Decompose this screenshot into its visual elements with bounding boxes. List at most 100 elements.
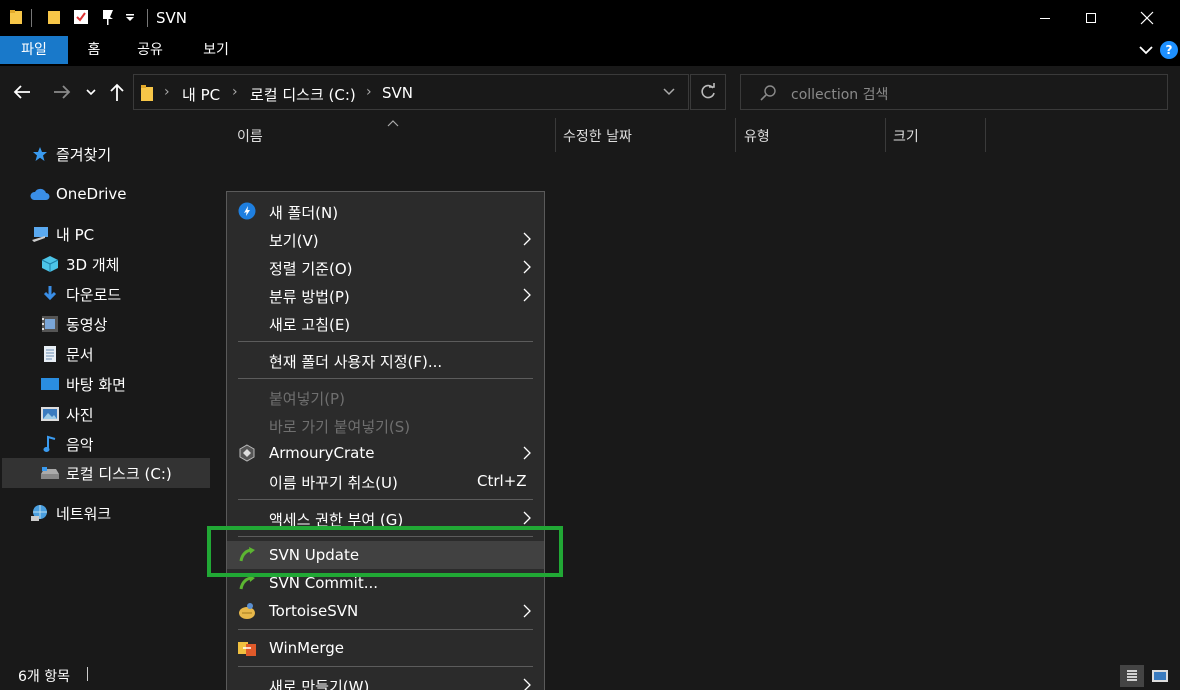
tab-home[interactable]: 홈	[80, 36, 108, 64]
sidebar-item-desktop[interactable]: 바탕 화면	[40, 371, 126, 397]
menu-separator	[238, 499, 533, 500]
cloud-icon	[30, 184, 50, 204]
menu-separator	[238, 666, 533, 667]
sidebar-item-quick-access[interactable]: 즐겨찾기	[30, 141, 111, 167]
menu-item-sort-by[interactable]: 정렬 기준(O)	[227, 253, 544, 281]
sidebar-item-documents[interactable]: 문서	[40, 341, 94, 367]
breadcrumb-svn[interactable]: SVN	[382, 84, 413, 102]
menu-item-label: ArmouryCrate	[269, 444, 375, 462]
minimize-button[interactable]	[1022, 0, 1068, 36]
menu-separator	[238, 341, 533, 342]
menu-separator	[238, 378, 533, 379]
column-header-date-modified[interactable]: 수정한 날짜	[563, 126, 632, 146]
address-dropdown-icon[interactable]	[662, 86, 676, 102]
menu-item-refresh[interactable]: 새로 고침(E)	[227, 309, 544, 337]
details-view-button[interactable]	[1120, 665, 1144, 687]
menu-item-label: 보기(V)	[269, 232, 319, 250]
divider	[31, 9, 32, 27]
menu-item-winmerge[interactable]: WinMerge	[227, 634, 544, 662]
recent-locations-icon[interactable]	[80, 80, 102, 104]
search-box[interactable]: collection 검색	[740, 74, 1168, 110]
cube-icon	[40, 254, 60, 274]
sidebar-item-network[interactable]: 네트워크	[30, 500, 111, 526]
new-folder-icon[interactable]	[46, 8, 62, 26]
menu-item-label: WinMerge	[269, 639, 344, 657]
menu-item-label: 이름 바꾸기 취소(U)	[269, 474, 398, 492]
menu-item-customize-folder[interactable]: 현재 폴더 사용자 지정(F)...	[227, 346, 544, 374]
window-title: SVN	[156, 9, 188, 27]
picture-icon	[40, 404, 60, 424]
menu-item-shortcut: Ctrl+Z	[477, 472, 527, 490]
menu-item-label: 현재 폴더 사용자 지정(F)...	[269, 353, 443, 371]
menu-item-label: 분류 방법(P)	[269, 288, 350, 306]
column-header-type[interactable]: 유형	[744, 126, 770, 146]
sidebar-item-local-disk[interactable]: 로컬 디스크 (C:)	[2, 458, 210, 488]
sidebar-item-label: 내 PC	[56, 225, 95, 244]
sidebar-item-label: 네트워크	[56, 504, 112, 523]
navigation-pane: 즐겨찾기 OneDrive 내 PC 3D 개체 다운로드 동영상 문서 바탕 …	[0, 118, 213, 660]
properties-icon[interactable]	[73, 8, 89, 26]
maximize-button[interactable]	[1068, 0, 1114, 36]
breadcrumb-local-disk[interactable]: 로컬 디스크 (C:)	[250, 84, 356, 105]
customize-dropdown-icon[interactable]	[122, 8, 138, 26]
divider	[87, 667, 88, 681]
column-divider[interactable]	[555, 118, 556, 152]
menu-item-paste: 붙여넣기(P)	[227, 383, 544, 411]
sidebar-item-this-pc[interactable]: 내 PC	[30, 221, 94, 247]
tab-share[interactable]: 공유	[130, 36, 170, 64]
column-divider[interactable]	[885, 118, 886, 152]
expand-ribbon-icon[interactable]	[1138, 42, 1154, 62]
menu-item-new-folder[interactable]: 새 폴더(N)	[227, 197, 544, 225]
column-header-size[interactable]: 크기	[893, 126, 919, 146]
menu-item-new[interactable]: 새로 만들기(W)	[227, 671, 544, 690]
sidebar-item-label: 동영상	[66, 315, 108, 334]
title-bar: SVN	[0, 0, 1180, 36]
large-icons-view-icon	[1152, 670, 1168, 682]
sidebar-item-onedrive[interactable]: OneDrive	[30, 181, 127, 207]
sidebar-item-videos[interactable]: 동영상	[40, 311, 107, 337]
menu-item-undo-rename[interactable]: 이름 바꾸기 취소(U) Ctrl+Z	[227, 467, 544, 495]
menu-item-tortoisesvn[interactable]: TortoiseSVN	[227, 597, 544, 625]
sidebar-item-downloads[interactable]: 다운로드	[40, 281, 121, 307]
document-icon	[40, 344, 60, 364]
address-bar[interactable]: › 내 PC › 로컬 디스크 (C:) › SVN	[133, 74, 689, 110]
network-icon	[30, 503, 50, 523]
chevron-right-icon	[522, 604, 532, 622]
breadcrumb-this-pc[interactable]: 내 PC	[182, 84, 220, 105]
refresh-button[interactable]	[690, 74, 726, 110]
sidebar-item-label: 다운로드	[66, 285, 122, 304]
tab-file[interactable]: 파일	[0, 36, 68, 64]
sort-ascending-icon	[387, 116, 399, 132]
chevron-right-icon	[522, 232, 532, 250]
up-arrow-icon[interactable]	[105, 80, 129, 104]
menu-item-label: 새로 고침(E)	[269, 316, 351, 334]
tab-view[interactable]: 보기	[194, 36, 238, 64]
pin-icon[interactable]	[100, 8, 116, 26]
item-count: 6개 항목	[18, 669, 70, 685]
sidebar-item-3d-objects[interactable]: 3D 개체	[40, 251, 119, 277]
sidebar-item-music[interactable]: 음악	[40, 431, 94, 457]
help-icon[interactable]: ?	[1160, 41, 1178, 59]
menu-item-label: 새 폴더(N)	[269, 204, 339, 222]
column-divider[interactable]	[985, 118, 986, 152]
menu-item-armourycrate[interactable]: ArmouryCrate	[227, 439, 544, 467]
folder-icon	[140, 84, 154, 106]
forward-arrow-icon[interactable]	[50, 80, 74, 104]
menu-item-group-by[interactable]: 분류 방법(P)	[227, 281, 544, 309]
menu-separator	[238, 629, 533, 630]
column-header-name[interactable]: 이름	[237, 126, 263, 146]
sidebar-item-pictures[interactable]: 사진	[40, 401, 94, 427]
folder-icon[interactable]	[8, 8, 24, 26]
menu-item-view[interactable]: 보기(V)	[227, 225, 544, 253]
chevron-right-icon[interactable]: ›	[232, 84, 238, 100]
chevron-right-icon[interactable]: ›	[164, 84, 170, 100]
search-icon	[759, 84, 777, 106]
menu-item-label: 새로 만들기(W)	[269, 678, 370, 690]
back-arrow-icon[interactable]	[10, 80, 34, 104]
close-button[interactable]	[1124, 0, 1170, 36]
search-input[interactable]: collection 검색	[791, 84, 888, 104]
column-divider[interactable]	[735, 118, 736, 152]
new-folder-icon	[237, 202, 257, 220]
chevron-right-icon[interactable]: ›	[366, 84, 372, 100]
large-icons-view-button[interactable]	[1148, 665, 1172, 687]
